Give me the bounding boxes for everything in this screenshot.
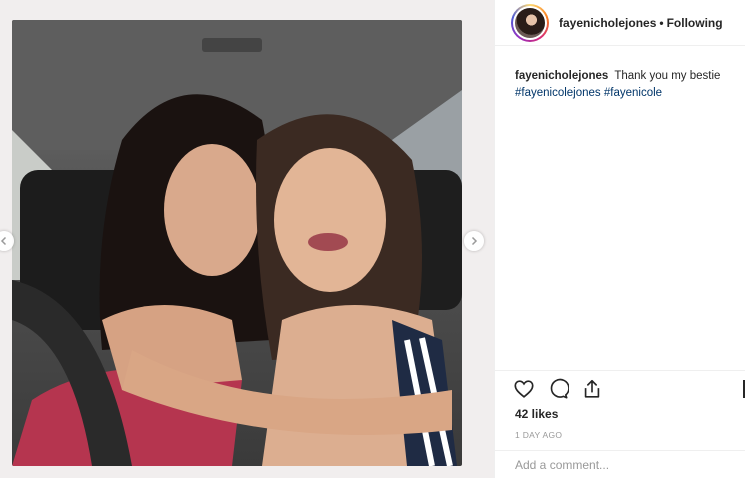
header-separator: • <box>659 15 664 30</box>
caption-text: Thank you my bestie <box>614 70 721 82</box>
heart-icon <box>514 379 534 398</box>
caption-username[interactable]: fayenicholejones <box>515 70 608 82</box>
following-button[interactable]: Following <box>667 16 723 30</box>
comment-icon <box>550 378 569 399</box>
dome-light <box>202 38 262 52</box>
likes-count[interactable]: 42 likes <box>515 407 558 421</box>
right-person-mouth <box>308 233 348 251</box>
post-timestamp: 1 DAY AGO <box>515 430 563 440</box>
comment-input[interactable] <box>515 457 725 472</box>
comment-button[interactable] <box>547 378 569 400</box>
photo-illustration <box>12 20 462 466</box>
post-header: fayenicholejones • Following <box>495 0 745 46</box>
hashtag-link[interactable]: #fayenicolejones <box>515 87 601 99</box>
action-bar <box>495 370 745 406</box>
chevron-right-icon <box>471 236 478 246</box>
header-username[interactable]: fayenicholejones <box>559 16 656 30</box>
avatar[interactable] <box>511 3 549 42</box>
avatar-border <box>513 5 547 40</box>
post-photo[interactable] <box>12 20 462 466</box>
media-panel <box>0 0 494 478</box>
like-button[interactable] <box>513 378 535 400</box>
chevron-left-icon <box>0 236 7 246</box>
share-button[interactable] <box>581 378 603 400</box>
avatar-image <box>515 7 545 38</box>
comment-box <box>495 450 745 478</box>
share-icon <box>584 379 600 398</box>
hashtag-link[interactable]: #fayenicole <box>604 87 662 99</box>
caption: fayenicholejones Thank you my bestie #fa… <box>495 46 745 102</box>
next-photo-button[interactable] <box>464 231 484 251</box>
left-person-face <box>164 144 260 276</box>
right-person-face <box>274 148 386 292</box>
header-text: fayenicholejones • Following <box>559 16 723 30</box>
post-side-panel: fayenicholejones • Following fayenicholejo… <box>494 0 745 478</box>
